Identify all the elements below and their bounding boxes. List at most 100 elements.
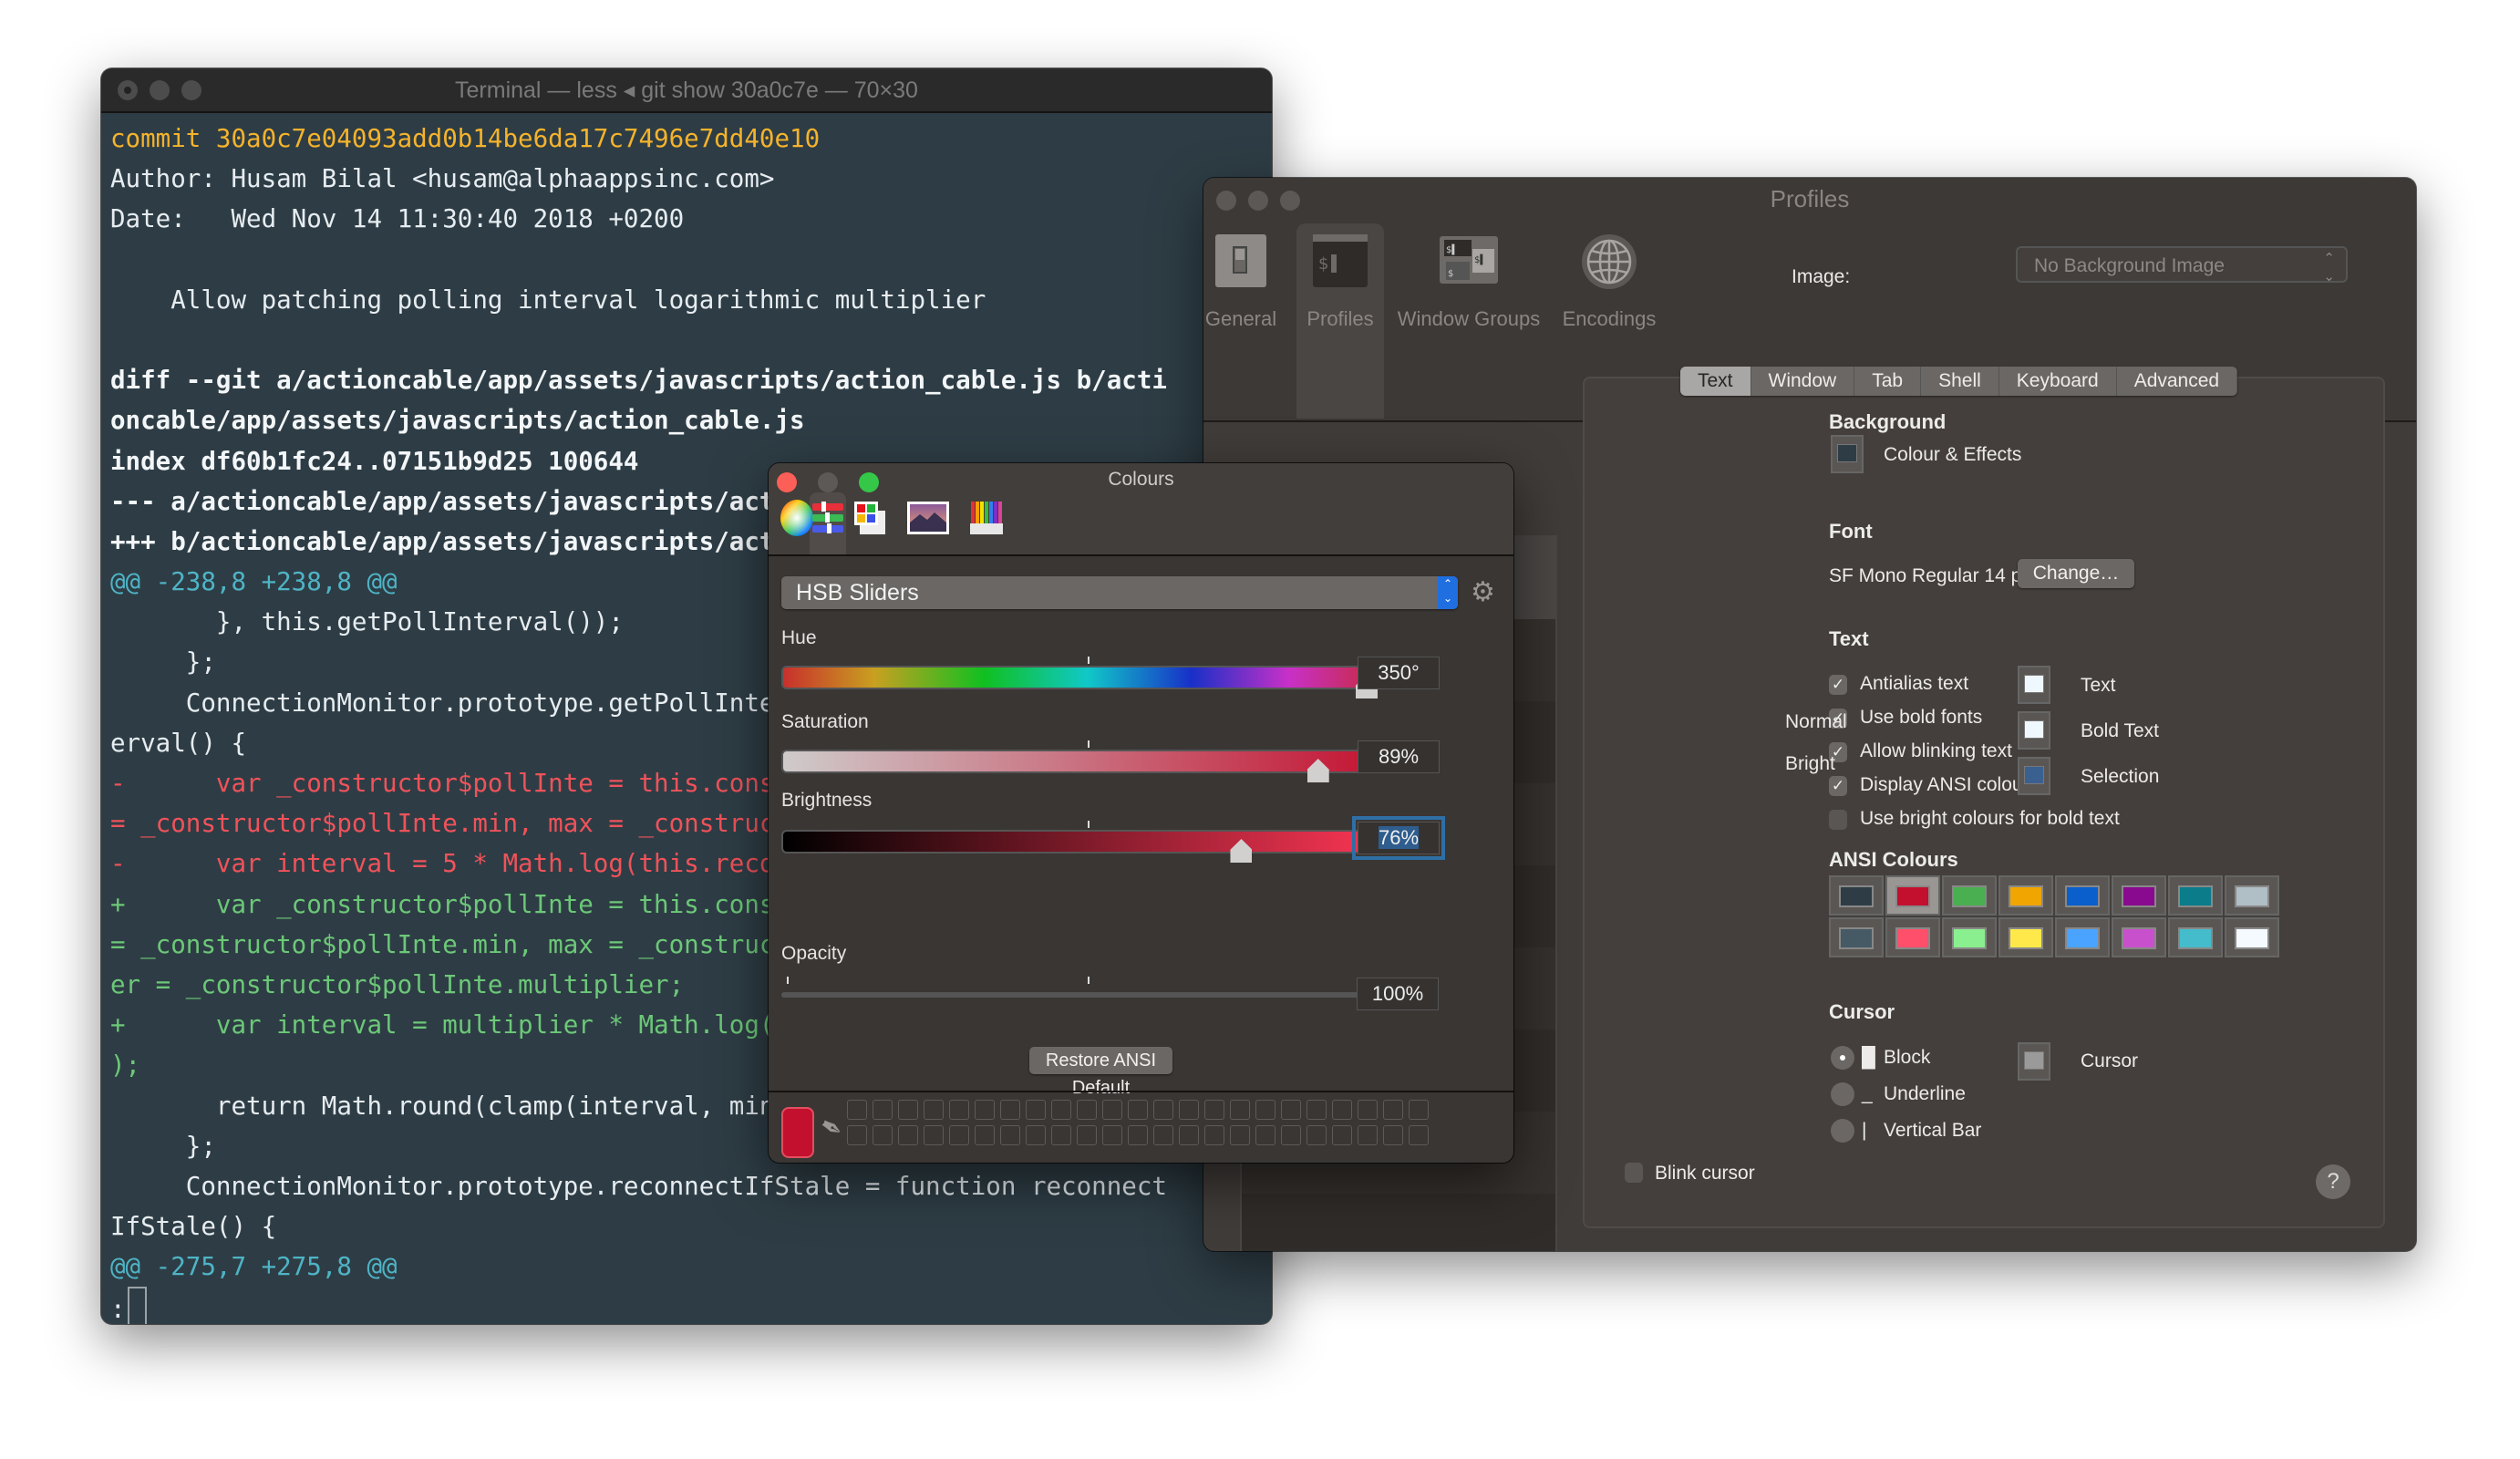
custom-swatch[interactable] xyxy=(1077,1125,1097,1145)
custom-swatch[interactable] xyxy=(1409,1100,1429,1120)
ansi-bright-0-well[interactable] xyxy=(1829,917,1884,957)
custom-swatch[interactable] xyxy=(898,1100,918,1120)
radio-cursor-vertical-bar[interactable] xyxy=(1831,1119,1854,1143)
custom-swatch[interactable] xyxy=(1128,1125,1148,1145)
profile-row[interactable] xyxy=(1242,1194,1555,1251)
custom-swatch[interactable] xyxy=(1306,1125,1327,1145)
close-button[interactable] xyxy=(118,80,138,100)
minimize-button[interactable] xyxy=(150,80,170,100)
bold-text-colour-well[interactable] xyxy=(2018,711,2050,750)
ansi-bright-4-well[interactable] xyxy=(2055,917,2110,957)
zoom-button[interactable] xyxy=(181,80,201,100)
tab-advanced[interactable]: Advanced xyxy=(2117,367,2238,396)
custom-swatch[interactable] xyxy=(1332,1125,1352,1145)
saturation-slider[interactable] xyxy=(781,750,1394,773)
custom-swatch[interactable] xyxy=(1179,1100,1199,1120)
selection-colour-well[interactable] xyxy=(2018,757,2050,795)
gear-icon[interactable]: ⚙ xyxy=(1471,576,1495,609)
custom-swatch[interactable] xyxy=(1204,1100,1224,1120)
pencils-icon[interactable] xyxy=(967,498,1006,536)
custom-swatch[interactable] xyxy=(1306,1100,1327,1120)
current-colour-well[interactable] xyxy=(781,1107,814,1158)
custom-swatch[interactable] xyxy=(1128,1100,1148,1120)
ansi-bright-6-well[interactable] xyxy=(2168,917,2223,957)
custom-swatch[interactable] xyxy=(873,1100,893,1120)
custom-swatch[interactable] xyxy=(1000,1125,1020,1145)
custom-swatch[interactable] xyxy=(847,1125,867,1145)
opacity-value-field[interactable]: 100% xyxy=(1357,978,1439,1010)
custom-swatch[interactable] xyxy=(975,1125,995,1145)
tab-keyboard[interactable]: Keyboard xyxy=(1999,367,2117,396)
custom-swatch[interactable] xyxy=(1026,1100,1046,1120)
brightness-slider[interactable] xyxy=(781,830,1394,854)
custom-swatch[interactable] xyxy=(1051,1125,1071,1145)
checkbox-use-bright-colours-for-bold-text[interactable] xyxy=(1829,810,1847,830)
ansi-normal-6-well[interactable] xyxy=(2168,875,2223,916)
toolbar-window-groups[interactable]: $▍ $▍ $ Window Groups xyxy=(1391,223,1546,419)
custom-swatch[interactable] xyxy=(1281,1125,1301,1145)
colours-titlebar[interactable]: Colours xyxy=(769,463,1513,556)
hue-value-field[interactable]: 350° xyxy=(1358,657,1440,689)
text-colour-well[interactable] xyxy=(2018,666,2050,704)
ansi-normal-0-well[interactable] xyxy=(1829,875,1884,916)
custom-swatch[interactable] xyxy=(898,1125,918,1145)
custom-swatch[interactable] xyxy=(1230,1125,1250,1145)
custom-swatch[interactable] xyxy=(1153,1125,1173,1145)
ansi-bright-7-well[interactable] xyxy=(2225,917,2279,957)
custom-swatch[interactable] xyxy=(1358,1125,1378,1145)
image-palettes-icon[interactable] xyxy=(905,498,951,536)
custom-swatch[interactable] xyxy=(1179,1125,1199,1145)
custom-swatch[interactable] xyxy=(1026,1125,1046,1145)
ansi-normal-7-well[interactable] xyxy=(2225,875,2279,916)
background-image-select[interactable]: No Background Image ⌃ ⌄ xyxy=(2016,246,2348,285)
custom-swatch[interactable] xyxy=(949,1100,969,1120)
custom-swatch[interactable] xyxy=(924,1100,944,1120)
hue-slider[interactable] xyxy=(781,666,1394,689)
custom-swatch[interactable] xyxy=(1255,1125,1275,1145)
custom-swatch[interactable] xyxy=(1102,1125,1122,1145)
tab-tab[interactable]: Tab xyxy=(1854,367,1922,396)
custom-swatch[interactable] xyxy=(1383,1100,1403,1120)
custom-swatch[interactable] xyxy=(1230,1100,1250,1120)
colour-palettes-icon[interactable] xyxy=(851,498,889,536)
brightness-value-field[interactable]: 76% xyxy=(1352,816,1445,860)
custom-swatch[interactable] xyxy=(1255,1100,1275,1120)
opacity-slider[interactable] xyxy=(781,992,1394,998)
custom-swatch[interactable] xyxy=(1332,1100,1352,1120)
custom-swatch[interactable] xyxy=(1000,1100,1020,1120)
ansi-normal-5-well[interactable] xyxy=(2112,875,2166,916)
checkbox-display-ansi-colours[interactable]: ✓ xyxy=(1829,776,1847,796)
toolbar-general[interactable]: General xyxy=(1205,223,1276,419)
tab-text[interactable]: Text xyxy=(1680,367,1751,396)
custom-swatch[interactable] xyxy=(1153,1100,1173,1120)
terminal-titlebar[interactable]: Terminal — less ◂ git show 30a0c7e — 70×… xyxy=(101,68,1272,113)
toolbar-profiles[interactable]: $ Profiles xyxy=(1296,223,1384,419)
ansi-bright-3-well[interactable] xyxy=(1998,917,2053,957)
tab-shell[interactable]: Shell xyxy=(1921,367,1999,396)
help-button[interactable]: ? xyxy=(2316,1164,2350,1199)
cursor-colour-well[interactable] xyxy=(2018,1042,2050,1081)
custom-swatch[interactable] xyxy=(873,1125,893,1145)
blink-cursor-checkbox[interactable] xyxy=(1625,1163,1643,1183)
custom-swatch[interactable] xyxy=(949,1125,969,1145)
slider-type-select[interactable]: HSB Sliders ⌃ ⌄ xyxy=(781,576,1458,609)
radio-cursor-block[interactable] xyxy=(1831,1046,1854,1070)
ansi-normal-1-well[interactable] xyxy=(1885,875,1940,916)
custom-swatch[interactable] xyxy=(1358,1100,1378,1120)
restore-ansi-default-button[interactable]: Restore ANSI Default xyxy=(1029,1047,1172,1098)
custom-swatch[interactable] xyxy=(1383,1125,1403,1145)
ansi-normal-2-well[interactable] xyxy=(1942,875,1997,916)
custom-swatch[interactable] xyxy=(924,1125,944,1145)
custom-swatch[interactable] xyxy=(1204,1125,1224,1145)
background-colour-well[interactable] xyxy=(1831,435,1864,473)
radio-cursor-underline[interactable] xyxy=(1831,1082,1854,1106)
eyedropper-icon[interactable]: ✒ xyxy=(813,1109,849,1148)
custom-swatch[interactable] xyxy=(1051,1100,1071,1120)
custom-swatch[interactable] xyxy=(975,1100,995,1120)
custom-swatch[interactable] xyxy=(1281,1100,1301,1120)
custom-swatch[interactable] xyxy=(1102,1100,1122,1120)
saturation-value-field[interactable]: 89% xyxy=(1358,740,1440,773)
custom-swatch[interactable] xyxy=(847,1100,867,1120)
change-font-button[interactable]: Change… xyxy=(2018,559,2134,588)
tab-window[interactable]: Window xyxy=(1751,367,1855,396)
